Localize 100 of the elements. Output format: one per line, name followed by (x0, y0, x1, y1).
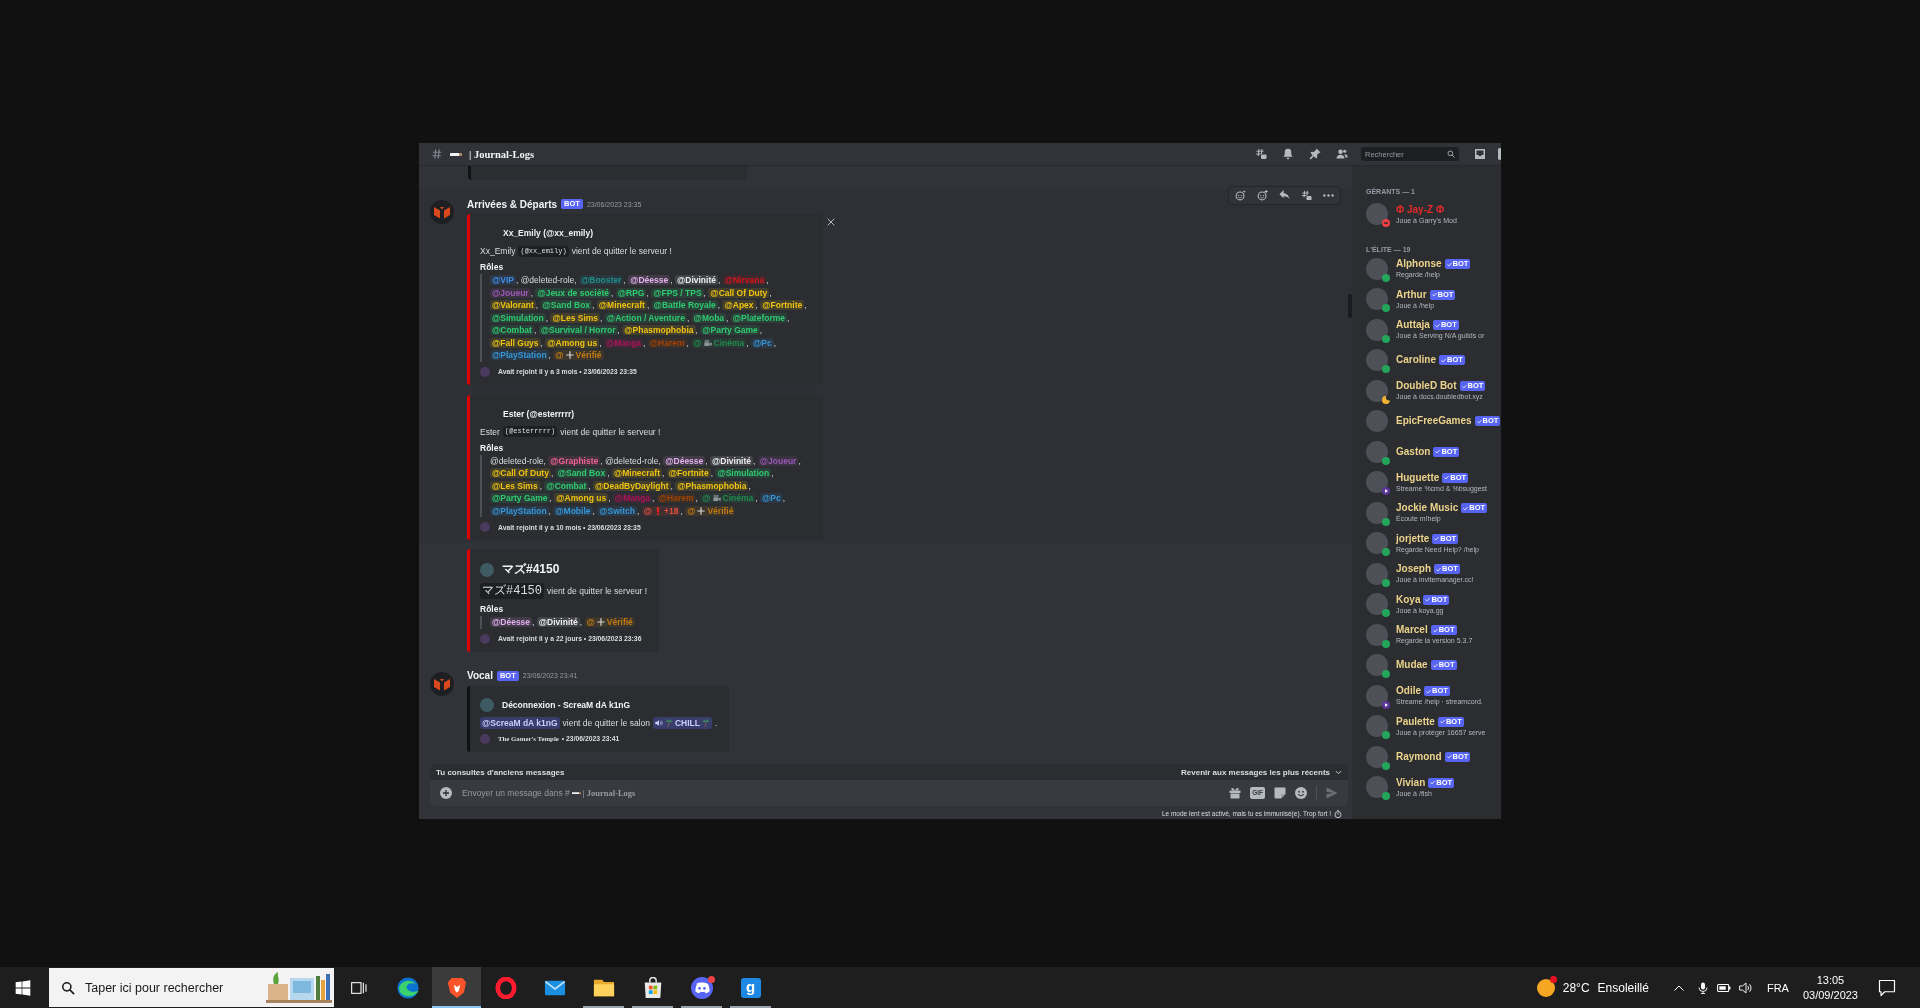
member-name[interactable]: Mudae (1396, 659, 1428, 672)
role-mention[interactable]: @Among us (554, 493, 609, 503)
role-mention[interactable]: @Jeux de société (535, 287, 611, 298)
member-name[interactable]: EpicFreeGames (1396, 415, 1472, 428)
member-name[interactable]: Jockie Music (1396, 502, 1459, 515)
language-indicator[interactable]: FRA (1766, 981, 1789, 994)
avatar-icon[interactable] (1366, 440, 1388, 463)
role-mention[interactable]: @Simulation (715, 468, 772, 478)
smiley-plus-icon[interactable] (1257, 190, 1268, 201)
reply-icon[interactable] (1279, 190, 1290, 201)
role-mention[interactable]: @PlayStation (490, 350, 549, 360)
taskbar-app-button[interactable] (432, 967, 481, 1008)
avatar-icon[interactable] (1366, 654, 1388, 677)
sticker-icon[interactable] (1274, 787, 1286, 799)
avatar-icon[interactable] (1366, 623, 1388, 646)
role-mention[interactable]: @Fall Guys (490, 337, 541, 348)
avatar-icon[interactable] (1366, 776, 1388, 799)
role-mention[interactable]: @Divinité (674, 275, 718, 285)
threads-icon[interactable] (1301, 190, 1312, 201)
role-mention[interactable]: @Fortnite (666, 468, 711, 478)
sparkle-face-icon[interactable] (1235, 190, 1246, 201)
deleted-role-mention[interactable]: @deleted-role (604, 455, 659, 466)
avatar-icon[interactable] (1366, 203, 1388, 226)
role-mention[interactable]: @DeadByDaylight (593, 480, 671, 491)
clock-date[interactable]: 03/09/2023 (1802, 987, 1858, 1003)
avatar-icon[interactable] (1366, 745, 1388, 768)
role-mention[interactable]: @Among us (545, 337, 600, 348)
user-mention[interactable]: @ScreaM dA k1nG (480, 716, 560, 729)
logo-avatar-icon[interactable] (430, 200, 454, 224)
member-name[interactable]: DoubleD Bot (1396, 380, 1457, 393)
role-mention[interactable]: @VIP (490, 275, 516, 285)
role-mention[interactable]: @Call Of Duty (490, 468, 551, 478)
role-mention[interactable]: @ +18 (641, 505, 681, 516)
member-name[interactable]: Koya (1396, 593, 1421, 606)
sun-icon[interactable] (1536, 978, 1555, 997)
plus-circle-icon[interactable] (440, 787, 452, 799)
avatar-icon[interactable] (1366, 318, 1388, 341)
role-mention[interactable]: @Party Game (700, 325, 760, 335)
member-name[interactable]: Huguette (1396, 471, 1440, 484)
role-mention[interactable]: @ Vérifié (584, 617, 635, 627)
channel-mention[interactable]: CHILL (652, 716, 712, 729)
role-mention[interactable]: @ Vérifié (685, 505, 736, 516)
role-mention[interactable]: @Action / Aventure (604, 312, 687, 323)
gift-icon[interactable] (1229, 787, 1242, 799)
speaker-icon[interactable] (1738, 980, 1753, 995)
people-icon[interactable] (1336, 148, 1348, 160)
member-name[interactable]: Paulette (1396, 715, 1435, 728)
role-mention[interactable]: @Sand Box (555, 468, 608, 478)
role-mention[interactable]: @Déesse (663, 455, 706, 466)
role-mention[interactable]: @Les Sims (490, 480, 540, 491)
role-mention[interactable]: @Minecraft (611, 468, 662, 478)
role-mention[interactable]: @Phasmophobia (675, 480, 749, 491)
avatar-icon[interactable] (1366, 257, 1388, 280)
smiley-icon[interactable] (1295, 787, 1307, 799)
taskbar-app-button[interactable]: g (726, 967, 775, 1008)
member-name[interactable]: Gaston (1396, 445, 1431, 458)
avatar-icon[interactable] (1366, 593, 1388, 616)
role-mention[interactable]: @Pc (760, 493, 783, 503)
member-name[interactable]: Joseph (1396, 563, 1431, 576)
role-mention[interactable]: @FPS / TPS (651, 287, 704, 298)
help-icon[interactable] (1498, 148, 1501, 160)
role-mention[interactable]: @Simulation (490, 312, 546, 323)
message-input[interactable]: Envoyer un message dans # | Journal-Logs (462, 780, 1221, 806)
member-name[interactable]: Odile (1396, 685, 1421, 698)
role-mention[interactable]: @Call Of Duty (708, 287, 770, 298)
member-name[interactable]: jorjette (1396, 532, 1430, 545)
avatar-icon[interactable] (1366, 532, 1388, 555)
author-name[interactable]: Arrivées & Départs (467, 198, 558, 210)
avatar-icon[interactable] (1366, 501, 1388, 524)
notification-icon[interactable] (1878, 978, 1896, 997)
role-mention[interactable]: @RPG (615, 287, 647, 298)
role-mention[interactable]: @Party Game (490, 493, 550, 503)
role-mention[interactable]: @Apex (722, 300, 756, 310)
role-mention[interactable]: @Combat (544, 480, 589, 491)
task-view-icon[interactable] (350, 979, 367, 996)
role-mention[interactable]: @ Vérifié (553, 350, 604, 360)
avatar-icon[interactable] (1366, 379, 1388, 402)
member-name[interactable]: Raymond (1396, 750, 1442, 763)
member-name[interactable]: Vivian (1396, 776, 1426, 789)
role-mention[interactable]: @Déesse (628, 275, 671, 285)
logo-avatar-icon[interactable] (430, 671, 454, 696)
inbox-icon[interactable] (1474, 148, 1486, 160)
role-mention[interactable]: @PlayStation (490, 505, 549, 516)
role-mention[interactable]: @Phasmophobia (622, 325, 696, 335)
member-name[interactable]: Marcel (1396, 624, 1428, 637)
pin-icon[interactable] (1309, 148, 1321, 160)
role-mention[interactable]: @Combat (490, 325, 534, 335)
four-pane-icon[interactable] (14, 979, 31, 996)
deleted-role-mention[interactable]: @deleted-role (490, 455, 544, 466)
member-name[interactable]: Arthur (1396, 288, 1427, 301)
microphone-icon[interactable] (1696, 981, 1709, 994)
member-name[interactable]: Alphonse (1396, 258, 1442, 271)
author-name[interactable]: Vocal (467, 670, 493, 681)
member-name[interactable]: Auttaja (1396, 319, 1430, 332)
close-icon[interactable] (827, 218, 835, 226)
weather-temperature[interactable]: 28°C (1562, 980, 1590, 995)
role-mention[interactable]: @Switch (597, 505, 637, 516)
bell-icon[interactable] (1282, 148, 1294, 160)
role-mention[interactable]: @Graphiste (548, 455, 601, 466)
role-mention[interactable]: @Mobile (553, 505, 593, 516)
